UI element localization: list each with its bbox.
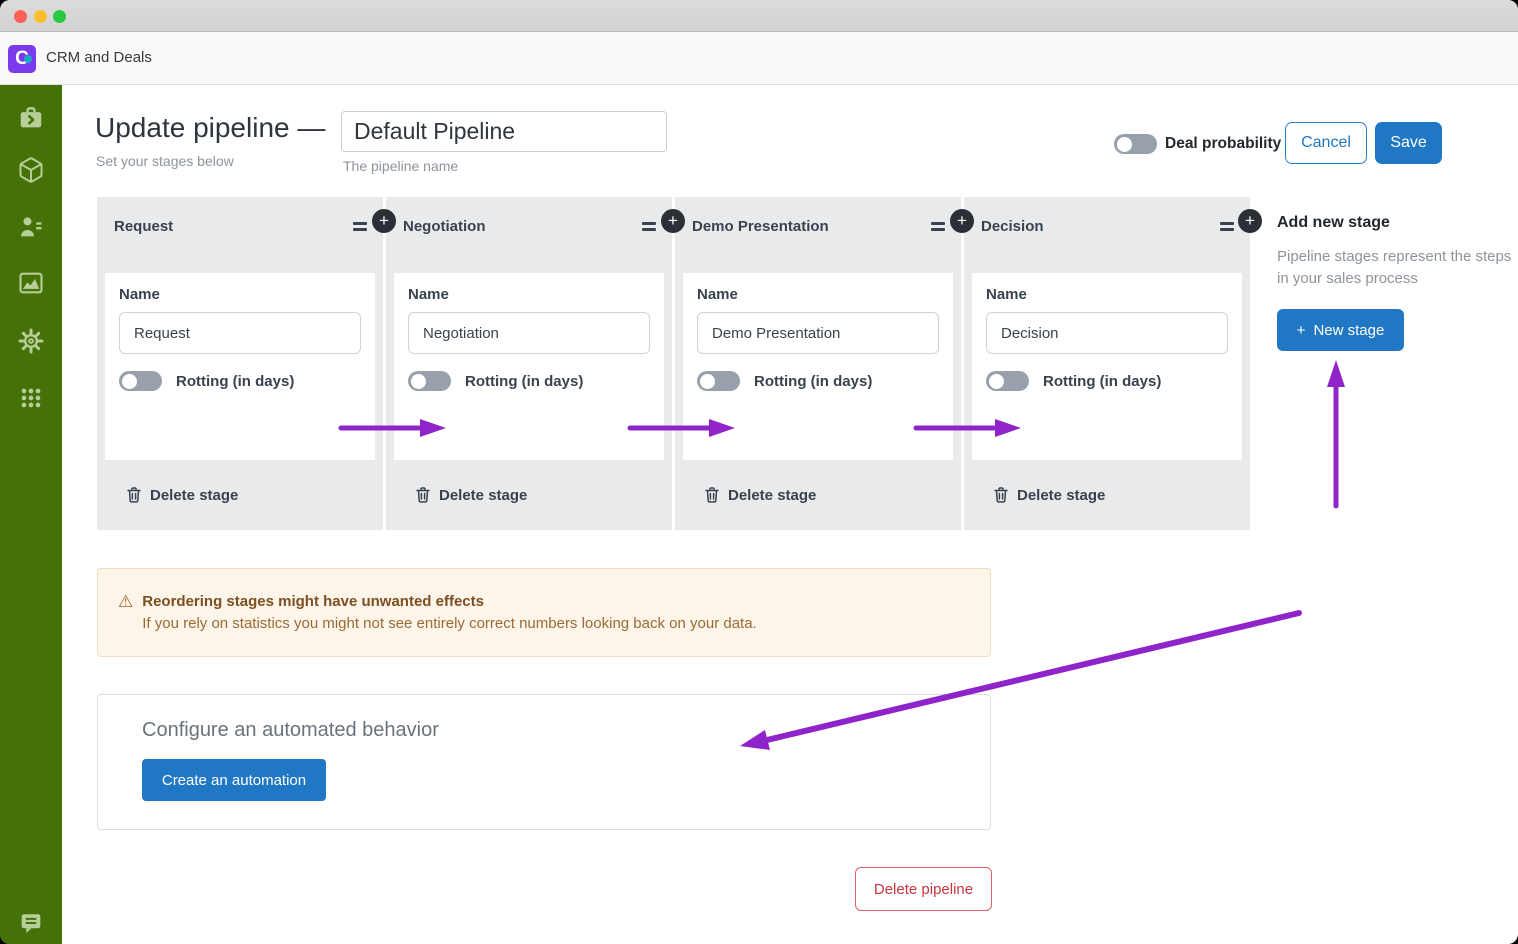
stage-name-input[interactable] bbox=[986, 312, 1228, 354]
drag-handle-icon[interactable] bbox=[353, 222, 367, 234]
pipeline-name-input[interactable] bbox=[341, 111, 667, 152]
apps-grid-icon[interactable] bbox=[17, 384, 45, 412]
app-window: C CRM and Deals Update pipeline — Set yo… bbox=[0, 0, 1518, 944]
stage-card: Name Rotting (in days) bbox=[394, 273, 664, 460]
new-stage-button-label: New stage bbox=[1313, 322, 1384, 339]
delete-stage-button[interactable]: Delete stage bbox=[386, 460, 672, 530]
stages-row: Request Name Rotting (in days) Delete st… bbox=[97, 197, 1250, 530]
delete-stage-button[interactable]: Delete stage bbox=[675, 460, 961, 530]
add-stage-title: Add new stage bbox=[1277, 214, 1518, 232]
trash-icon bbox=[127, 487, 141, 503]
stage-column-request: Request Name Rotting (in days) Delete st… bbox=[97, 197, 383, 530]
minimize-window-icon[interactable] bbox=[34, 10, 47, 23]
delete-stage-button[interactable]: Delete stage bbox=[964, 460, 1250, 530]
contacts-icon[interactable] bbox=[17, 213, 45, 241]
stage-title: Request bbox=[114, 218, 173, 235]
stage-column-negotiation: Negotiation Name Rotting (in days) Delet… bbox=[386, 197, 672, 530]
delete-stage-label: Delete stage bbox=[439, 487, 527, 504]
trash-icon bbox=[705, 487, 719, 503]
package-products-icon[interactable] bbox=[17, 156, 45, 184]
app-logo: C bbox=[8, 45, 36, 73]
close-window-icon[interactable] bbox=[14, 10, 27, 23]
stage-name-label: Name bbox=[986, 286, 1228, 303]
delete-stage-label: Delete stage bbox=[1017, 487, 1105, 504]
delete-pipeline-button[interactable]: Delete pipeline bbox=[855, 867, 992, 911]
stage-title: Demo Presentation bbox=[692, 218, 829, 235]
plus-icon: + bbox=[1297, 322, 1306, 339]
trash-icon bbox=[994, 487, 1008, 503]
macos-titlebar bbox=[0, 0, 1518, 32]
delete-stage-label: Delete stage bbox=[150, 487, 238, 504]
new-stage-button[interactable]: + New stage bbox=[1277, 309, 1404, 351]
add-stage-end-button[interactable]: + bbox=[1238, 209, 1262, 233]
rotting-label: Rotting (in days) bbox=[754, 373, 872, 390]
warning-triangle-icon: ⚠ bbox=[118, 593, 133, 632]
warning-title: Reordering stages might have unwanted ef… bbox=[142, 593, 756, 610]
stage-name-label: Name bbox=[119, 286, 361, 303]
warning-body: If you rely on statistics you might not … bbox=[142, 615, 756, 632]
stage-name-label: Name bbox=[408, 286, 650, 303]
chat-feedback-icon[interactable] bbox=[17, 909, 45, 937]
stage-column-decision: Decision Name Rotting (in days) Delete s… bbox=[964, 197, 1250, 530]
page-title: Update pipeline — bbox=[95, 112, 325, 144]
add-stage-between-button[interactable]: + bbox=[950, 209, 974, 233]
stage-card: Name Rotting (in days) bbox=[972, 273, 1242, 460]
zoom-window-icon[interactable] bbox=[53, 10, 66, 23]
chart-image-reports-icon[interactable] bbox=[17, 269, 45, 297]
gear-settings-icon[interactable] bbox=[17, 327, 45, 355]
rotting-toggle[interactable] bbox=[408, 371, 451, 391]
deal-probability-label: Deal probability bbox=[1165, 135, 1281, 153]
drag-handle-icon[interactable] bbox=[1220, 222, 1234, 234]
rotting-toggle[interactable] bbox=[986, 371, 1029, 391]
stage-card: Name Rotting (in days) bbox=[683, 273, 953, 460]
rotting-toggle[interactable] bbox=[697, 371, 740, 391]
sidebar-nav bbox=[0, 85, 62, 944]
delete-stage-label: Delete stage bbox=[728, 487, 816, 504]
rotting-toggle[interactable] bbox=[119, 371, 162, 391]
reorder-warning-banner: ⚠ Reordering stages might have unwanted … bbox=[97, 568, 991, 657]
stage-title: Negotiation bbox=[403, 218, 486, 235]
stage-card: Name Rotting (in days) bbox=[105, 273, 375, 460]
app-title: CRM and Deals bbox=[46, 49, 152, 66]
page-subtitle: Set your stages below bbox=[96, 153, 234, 169]
rotting-label: Rotting (in days) bbox=[465, 373, 583, 390]
cancel-button[interactable]: Cancel bbox=[1285, 122, 1367, 164]
save-button[interactable]: Save bbox=[1375, 122, 1442, 164]
add-new-stage-panel: Add new stage Pipeline stages represent … bbox=[1277, 214, 1518, 351]
stage-name-input[interactable] bbox=[408, 312, 650, 354]
stage-name-input[interactable] bbox=[697, 312, 939, 354]
drag-handle-icon[interactable] bbox=[642, 222, 656, 234]
rotting-label: Rotting (in days) bbox=[176, 373, 294, 390]
drag-handle-icon[interactable] bbox=[931, 222, 945, 234]
automation-panel: Configure an automated behavior Create a… bbox=[97, 694, 991, 830]
deal-probability-toggle[interactable] bbox=[1114, 134, 1157, 154]
pipeline-name-helper: The pipeline name bbox=[343, 158, 458, 174]
rotting-label: Rotting (in days) bbox=[1043, 373, 1161, 390]
create-automation-button[interactable]: Create an automation bbox=[142, 759, 326, 801]
stage-title: Decision bbox=[981, 218, 1044, 235]
automation-title: Configure an automated behavior bbox=[142, 719, 990, 742]
app-header: C CRM and Deals bbox=[0, 32, 1518, 85]
delete-stage-button[interactable]: Delete stage bbox=[97, 460, 383, 530]
stage-name-input[interactable] bbox=[119, 312, 361, 354]
stage-name-label: Name bbox=[697, 286, 939, 303]
briefcase-deals-icon[interactable] bbox=[17, 104, 45, 132]
trash-icon bbox=[416, 487, 430, 503]
add-stage-between-button[interactable]: + bbox=[661, 209, 685, 233]
add-stage-between-button[interactable]: + bbox=[372, 209, 396, 233]
add-stage-description: Pipeline stages represent the steps in y… bbox=[1277, 246, 1518, 290]
stage-column-demo-presentation: Demo Presentation Name Rotting (in days)… bbox=[675, 197, 961, 530]
